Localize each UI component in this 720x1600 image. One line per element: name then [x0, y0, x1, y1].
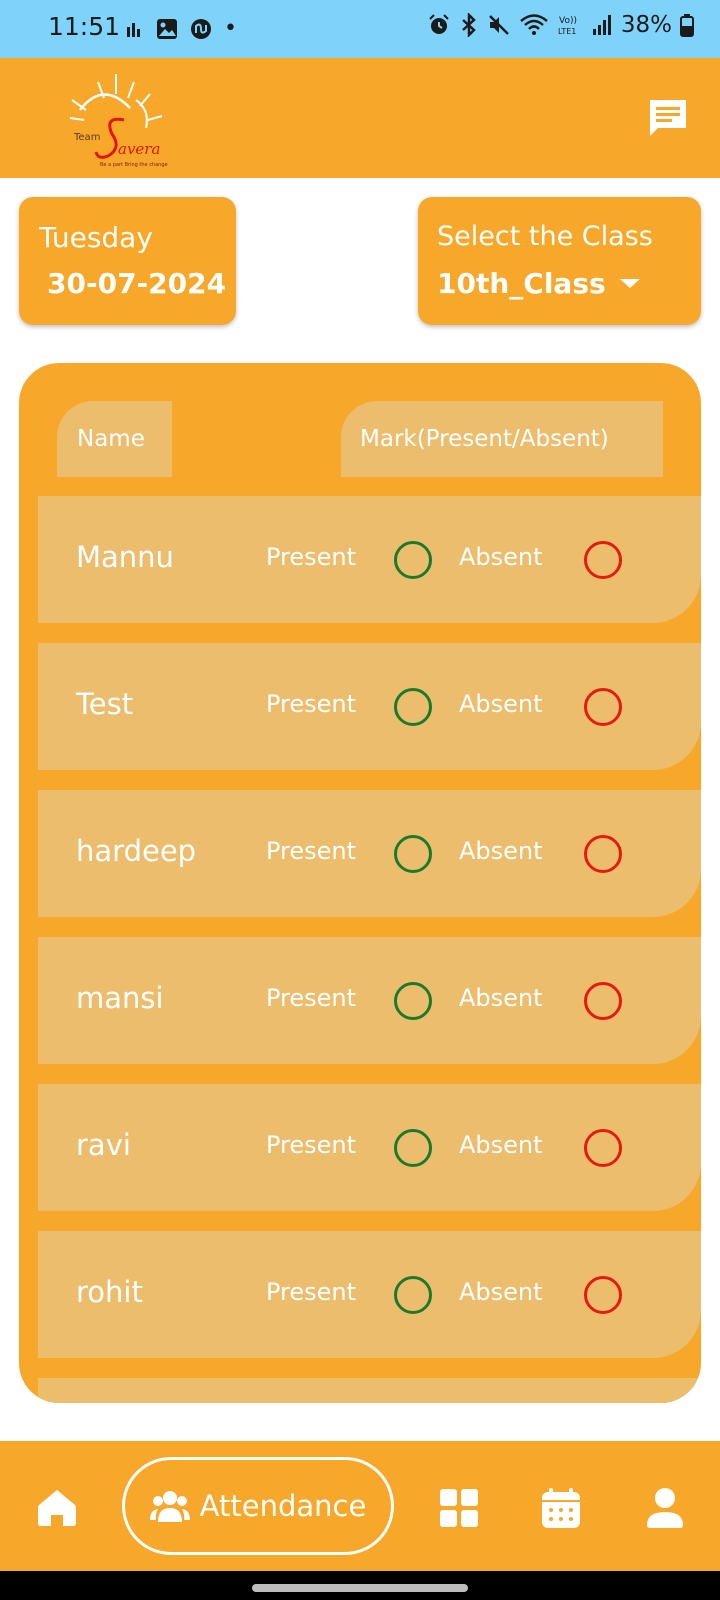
- present-label: Present: [266, 837, 357, 865]
- mute-icon: [488, 15, 509, 35]
- absent-label: Absent: [459, 984, 543, 1012]
- student-name: ravi: [76, 1128, 131, 1162]
- battery-icon: [680, 14, 694, 37]
- absent-radio[interactable]: [584, 1129, 622, 1167]
- student-name: Mannu: [76, 540, 174, 574]
- date-value: 30-07-2024: [47, 267, 227, 300]
- absent-label: Absent: [459, 543, 543, 571]
- student-row-partial: [38, 1378, 701, 1403]
- absent-label: Absent: [459, 690, 543, 718]
- svg-text:Team: Team: [73, 132, 100, 143]
- present-label: Present: [266, 1278, 357, 1306]
- bottom-nav: Attendance: [0, 1441, 720, 1571]
- alarm-icon: [429, 14, 449, 34]
- svg-text:Vo)): Vo)): [559, 16, 577, 26]
- present-radio[interactable]: [394, 541, 432, 579]
- student-row: ravi Present Absent: [38, 1084, 701, 1211]
- absent-label: Absent: [459, 1131, 543, 1159]
- bluetooth-icon: [462, 13, 476, 37]
- mark-column-header: Mark(Present/Absent): [341, 401, 663, 477]
- calendar-icon[interactable]: [540, 1487, 582, 1529]
- student-row: rohit Present Absent: [38, 1231, 701, 1358]
- present-radio[interactable]: [394, 982, 432, 1020]
- team-savera-logo[interactable]: Team avera Be a part Bring the change: [58, 70, 178, 170]
- absent-label: Absent: [459, 837, 543, 865]
- chevron-down-icon: [619, 279, 640, 288]
- svg-text:LTE1: LTE1: [558, 27, 576, 36]
- student-row: Mannu Present Absent: [38, 496, 701, 623]
- class-selector-label: Select the Class: [437, 221, 653, 252]
- student-name: hardeep: [76, 834, 197, 868]
- svg-text:avera: avera: [118, 140, 160, 158]
- date-card: Tuesday 30-07-2024: [19, 197, 236, 325]
- signal-icon: [592, 15, 611, 35]
- class-dropdown-value: 10th_Class: [437, 267, 606, 300]
- class-dropdown[interactable]: 10th_Class: [437, 267, 640, 300]
- status-system-icons: Vo)) LTE1 38%: [427, 12, 694, 38]
- chat-icon[interactable]: [646, 96, 690, 140]
- status-dot: •: [224, 16, 237, 41]
- absent-radio[interactable]: [584, 982, 622, 1020]
- attendance-icon: [149, 1491, 190, 1522]
- app-header: Team avera Be a part Bring the change: [0, 58, 720, 178]
- present-label: Present: [266, 984, 357, 1012]
- absent-label: Absent: [459, 1278, 543, 1306]
- wifi-icon: [520, 14, 548, 35]
- absent-radio[interactable]: [584, 835, 622, 873]
- present-radio[interactable]: [394, 1129, 432, 1167]
- student-row: hardeep Present Absent: [38, 790, 701, 917]
- student-name: mansi: [76, 981, 164, 1015]
- status-notification-icons: •: [126, 16, 237, 41]
- gallery-icon: [157, 18, 177, 39]
- volte-icon: Vo))LTE1: [558, 16, 577, 36]
- present-label: Present: [266, 1131, 357, 1159]
- absent-radio[interactable]: [584, 688, 622, 726]
- activity-icon: [127, 22, 140, 37]
- status-time: 11:51: [48, 12, 121, 41]
- date-day: Tuesday: [39, 221, 153, 254]
- present-label: Present: [266, 690, 357, 718]
- student-row: Test Present Absent: [38, 643, 701, 770]
- student-row: mansi Present Absent: [38, 937, 701, 1064]
- nav-attendance-label: Attendance: [199, 1489, 367, 1523]
- nav-attendance-button[interactable]: Attendance: [122, 1457, 394, 1555]
- attendance-panel: Name Mark(Present/Absent) Mannu Present …: [19, 363, 701, 1403]
- present-radio[interactable]: [394, 1276, 432, 1314]
- status-bar: 11:51 • Vo)) LTE1 38%: [0, 0, 720, 58]
- name-column-header: Name: [57, 401, 172, 477]
- svg-text:Be a part Bring the change: Be a part Bring the change: [100, 162, 168, 168]
- grid-icon[interactable]: [438, 1487, 480, 1529]
- gesture-home-handle[interactable]: [252, 1584, 468, 1592]
- battery-percent: 38%: [620, 12, 672, 38]
- profile-icon[interactable]: [644, 1487, 686, 1529]
- student-name: Test: [76, 687, 134, 721]
- present-radio[interactable]: [394, 835, 432, 873]
- home-icon[interactable]: [36, 1487, 78, 1529]
- absent-radio[interactable]: [584, 1276, 622, 1314]
- system-navigation-bar: [0, 1571, 720, 1600]
- present-radio[interactable]: [394, 688, 432, 726]
- student-name: rohit: [76, 1275, 143, 1309]
- absent-radio[interactable]: [584, 541, 622, 579]
- app-icon: [191, 18, 211, 39]
- class-selector[interactable]: Select the Class 10th_Class: [418, 197, 701, 325]
- present-label: Present: [266, 543, 357, 571]
